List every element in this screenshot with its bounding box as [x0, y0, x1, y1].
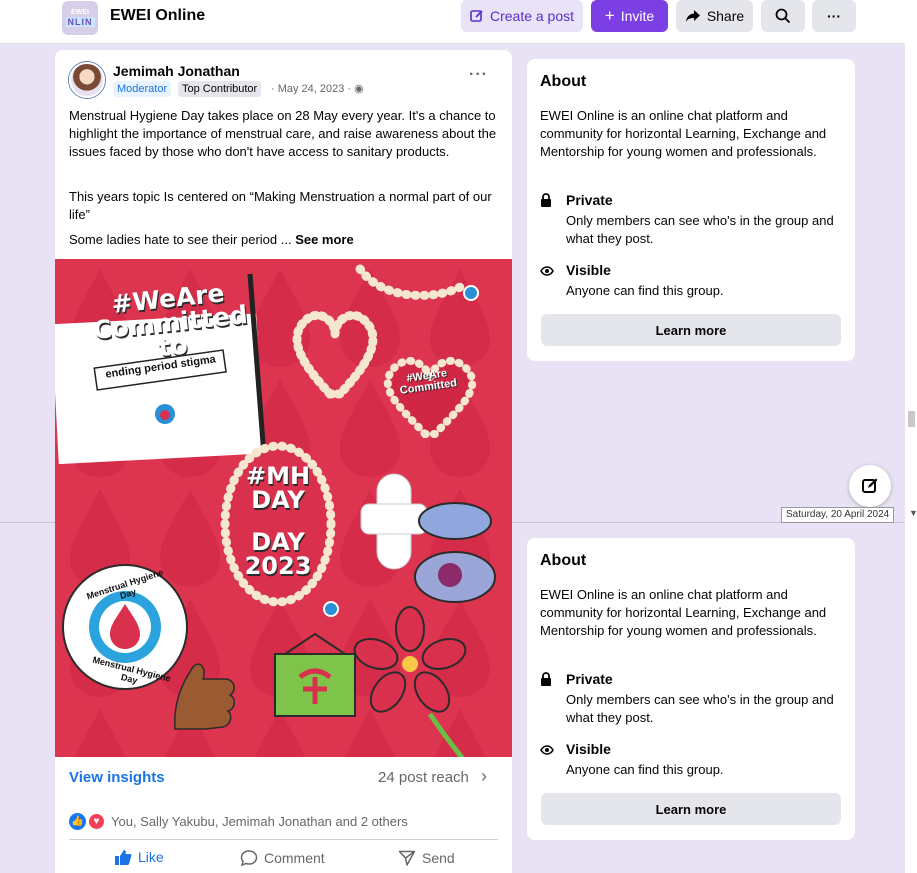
post-timestamp[interactable]: · May 24, 2023 · ◉ — [271, 82, 364, 95]
search-button[interactable] — [761, 0, 805, 32]
mh-line-3: DAY — [251, 528, 305, 556]
date-tooltip: Saturday, 20 April 2024 — [781, 507, 895, 523]
post-paragraph-1: Menstrual Hygiene Day takes place on 28 … — [69, 108, 497, 159]
invite-button[interactable]: + Invite — [591, 0, 668, 32]
send-label: Send — [422, 850, 455, 866]
mh-line-2: DAY — [251, 486, 305, 514]
post-paragraph-2: This years topic Is centered on “Making … — [69, 189, 492, 222]
post-options-button[interactable]: ··· — [469, 66, 488, 84]
comment-bubble-icon — [240, 850, 258, 867]
scrollbar-track[interactable] — [905, 0, 917, 873]
send-icon — [398, 850, 416, 866]
send-button[interactable]: Send — [398, 849, 455, 867]
create-post-button[interactable]: Create a post — [461, 0, 583, 32]
mh-line-4: 2023 — [244, 552, 312, 580]
more-dots-icon: ··· — [827, 8, 841, 24]
eye-icon — [540, 743, 554, 758]
edit-icon — [470, 10, 483, 22]
about-description: EWEI Online is an online chat platform a… — [540, 108, 827, 159]
share-button[interactable]: Share — [676, 0, 753, 32]
love-reaction-icon: ♥ — [88, 812, 105, 830]
visible-title: Visible — [566, 741, 611, 757]
like-label: Like — [138, 849, 164, 865]
compose-icon — [862, 478, 878, 493]
comment-button[interactable]: Comment — [240, 849, 325, 867]
search-icon — [775, 8, 791, 24]
share-label: Share — [706, 8, 745, 24]
like-button[interactable]: Like — [114, 849, 164, 865]
group-logo-text-bottom: NLIN — [65, 17, 95, 27]
about-description: EWEI Online is an online chat platform a… — [540, 587, 827, 638]
share-arrow-icon — [685, 10, 700, 22]
plus-icon: + — [604, 6, 615, 25]
create-post-label: Create a post — [489, 8, 575, 24]
about-title: About — [540, 73, 587, 90]
group-name[interactable]: EWEI Online — [110, 7, 205, 25]
invite-label: Invite — [620, 8, 655, 24]
more-options-button[interactable]: ··· — [812, 0, 856, 32]
new-message-button[interactable] — [849, 465, 891, 507]
private-description: Only members can see who's in the group … — [566, 692, 834, 725]
post-paragraph-3: Some ladies hate to see their period ...… — [69, 231, 501, 249]
learn-more-button[interactable]: Learn more — [541, 793, 841, 825]
visible-title: Visible — [566, 262, 611, 278]
group-logo-text-top: EWEI — [71, 9, 89, 16]
post-date: · May 24, 2023 · — [271, 83, 355, 95]
like-reaction-icon: 👍 — [69, 812, 86, 830]
author-name[interactable]: Jemimah Jonathan — [113, 63, 240, 79]
group-logo[interactable]: EWEI NLIN — [62, 1, 98, 35]
caret-down-icon[interactable]: ▼ — [909, 508, 917, 518]
about-card-repeat: About EWEI Online is an online chat plat… — [527, 538, 855, 840]
author-avatar[interactable] — [69, 62, 105, 98]
chevron-right-icon[interactable]: › — [481, 766, 487, 787]
visible-description: Anyone can find this group. — [566, 283, 724, 298]
moderator-badge: Moderator — [113, 81, 172, 97]
learn-more-button[interactable]: Learn more — [541, 314, 841, 346]
mh-line-1: #MH — [245, 462, 311, 490]
lock-icon — [540, 672, 552, 689]
post-excerpt: Some ladies hate to see their period ... — [69, 232, 296, 247]
about-title: About — [540, 552, 587, 569]
reactions-text: You, Sally Yakubu, Jemimah Jonathan and … — [111, 813, 408, 829]
eye-icon — [540, 264, 554, 279]
private-title: Private — [566, 192, 613, 208]
view-insights-link[interactable]: View insights — [69, 769, 165, 786]
mh-day-text: #MH DAY DAY 2023 — [240, 464, 316, 578]
globe-icon: ◉ — [354, 83, 364, 95]
lock-icon — [540, 193, 552, 210]
see-more-link[interactable]: See more — [295, 232, 354, 247]
private-title: Private — [566, 671, 613, 687]
post-reach[interactable]: 24 post reach — [378, 769, 469, 786]
thumbs-up-icon — [115, 850, 132, 865]
reactions-summary[interactable]: 👍 ♥ You, Sally Yakubu, Jemimah Jonathan … — [69, 811, 408, 831]
about-card: About EWEI Online is an online chat plat… — [527, 59, 855, 361]
scrollbar-thumb[interactable] — [908, 411, 915, 427]
private-description: Only members can see who's in the group … — [566, 213, 834, 246]
actions-divider — [69, 839, 498, 840]
post-image[interactable]: #WeAre Committed to ending period stigma… — [55, 259, 512, 757]
visible-description: Anyone can find this group. — [566, 762, 724, 777]
group-header-bar: EWEI NLIN EWEI Online Create a post + In… — [0, 0, 905, 44]
top-contributor-badge: Top Contributor — [178, 81, 262, 97]
comment-label: Comment — [264, 850, 325, 866]
